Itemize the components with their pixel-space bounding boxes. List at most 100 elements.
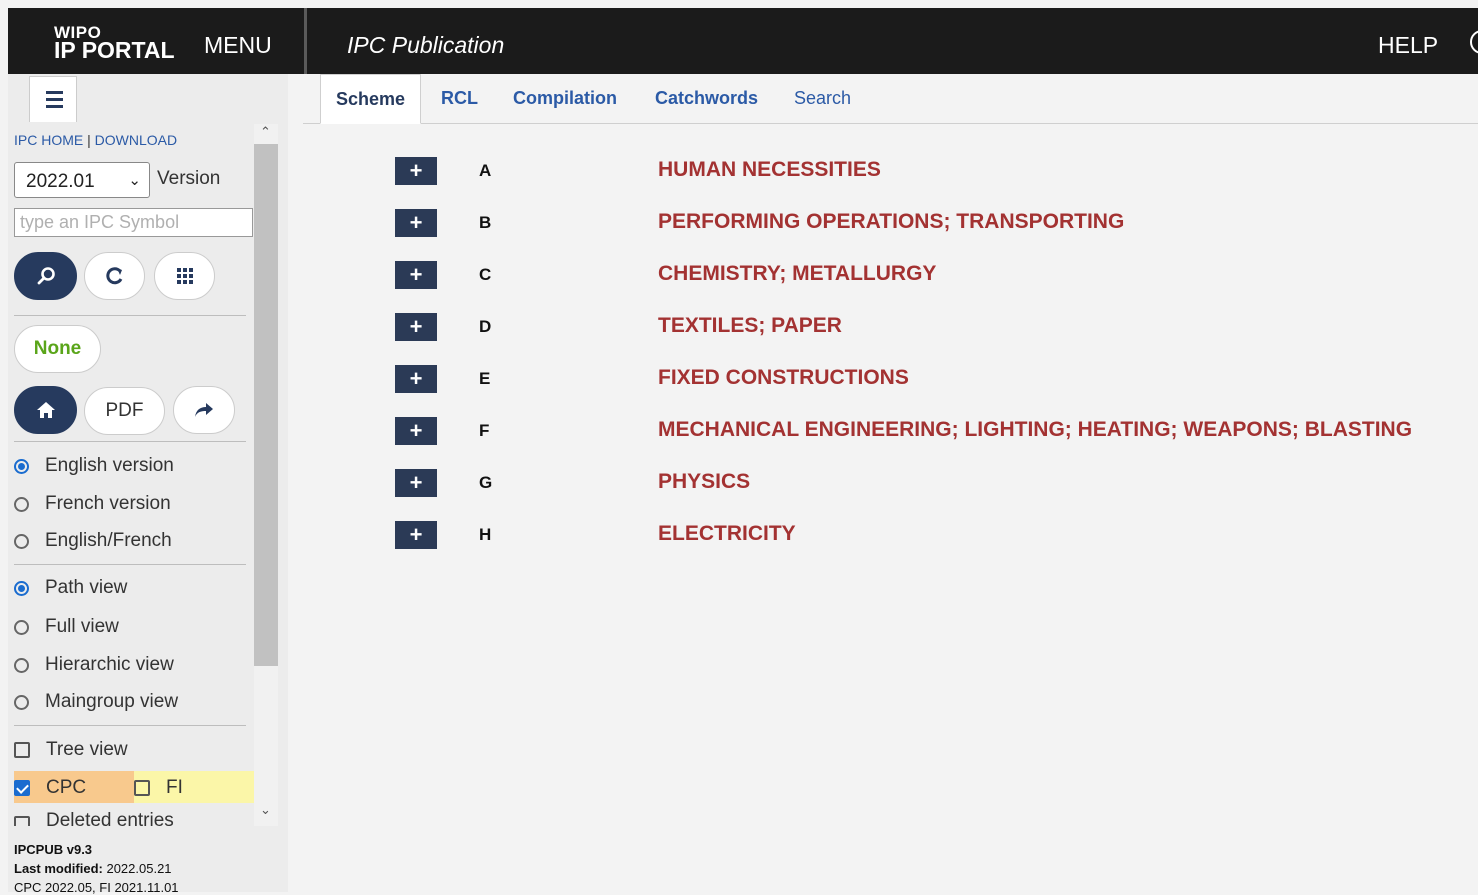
ipc-symbol-input[interactable] (14, 208, 253, 237)
radio-label: Full view (45, 616, 119, 637)
section-letter[interactable]: G (479, 473, 492, 493)
radio-label: Maingroup view (45, 691, 179, 712)
home-icon (36, 402, 55, 418)
wipo-ip-portal-logo[interactable]: WIPO IP PORTAL (54, 24, 175, 62)
checkbox-fi[interactable]: FI (134, 777, 183, 799)
expand-plus-icon[interactable]: + (395, 261, 437, 289)
radio-hierarchic-view[interactable]: Hierarchic view (14, 654, 174, 676)
radio-maingroup-view[interactable]: Maingroup view (14, 691, 178, 713)
section-letter[interactable]: E (479, 369, 490, 389)
radio-path-view[interactable]: Path view (14, 577, 127, 599)
checkbox-label: CPC (46, 777, 87, 798)
section-title[interactable]: ELECTRICITY (658, 522, 796, 546)
expand-plus-icon[interactable]: + (395, 209, 437, 237)
section-letter[interactable]: C (479, 265, 491, 285)
expand-plus-icon[interactable]: + (395, 313, 437, 341)
section-row: + E FIXED CONSTRUCTIONS (395, 365, 1475, 393)
section-letter[interactable]: F (479, 421, 489, 441)
section-letter[interactable]: H (479, 525, 491, 545)
footer-cpc-fi: CPC 2022.05, FI 2021.11.01 (14, 880, 179, 895)
version-select[interactable]: 2022.01 ⌄ (14, 162, 150, 198)
link-separator: | (87, 132, 91, 148)
radio-french-version[interactable]: French version (14, 493, 171, 515)
checkbox-label: Deleted entries (46, 812, 174, 826)
radio-label: Hierarchic view (45, 654, 174, 675)
radio-icon (14, 694, 29, 710)
section-letter[interactable]: A (479, 161, 491, 181)
search-button[interactable] (14, 252, 77, 300)
checkbox-icon (134, 780, 150, 796)
section-title[interactable]: HUMAN NECESSITIES (658, 158, 881, 182)
none-button[interactable]: None (14, 325, 101, 373)
tab-search[interactable]: Search (794, 88, 851, 109)
refresh-button[interactable] (84, 252, 145, 300)
globe-icon[interactable] (1470, 30, 1478, 54)
checkbox-checked-icon (14, 780, 30, 796)
chevron-down-icon: ⌄ (128, 172, 141, 189)
section-title[interactable]: CHEMISTRY; METALLURGY (658, 262, 936, 286)
ipc-home-link[interactable]: IPC HOME (14, 132, 83, 148)
scroll-up-icon[interactable]: ⌃ (260, 124, 271, 140)
section-title[interactable]: PHYSICS (658, 470, 750, 494)
share-arrow-icon (195, 403, 213, 417)
radio-icon (14, 496, 29, 512)
pdf-button[interactable]: PDF (84, 387, 165, 435)
section-letter[interactable]: B (479, 213, 491, 233)
radio-icon (14, 533, 29, 549)
section-row: + B PERFORMING OPERATIONS; TRANSPORTING (395, 209, 1475, 237)
download-link[interactable]: DOWNLOAD (95, 132, 177, 148)
grid-button[interactable] (154, 252, 215, 300)
sidebar-footer: IPCPUB v9.3 Last modified: 2022.05.21 CP… (8, 826, 288, 895)
section-letter[interactable]: D (479, 317, 491, 337)
refresh-icon (105, 267, 122, 285)
expand-plus-icon[interactable]: + (395, 469, 437, 497)
checkbox-deleted-entries[interactable]: Deleted entries (14, 812, 174, 826)
section-row: + G PHYSICS (395, 469, 1475, 497)
home-button[interactable] (14, 386, 77, 434)
section-title[interactable]: FIXED CONSTRUCTIONS (658, 366, 909, 390)
section-row: + F MECHANICAL ENGINEERING; LIGHTING; HE… (395, 417, 1475, 445)
tab-compilation[interactable]: Compilation (513, 88, 617, 109)
search-icon (37, 267, 55, 285)
expand-plus-icon[interactable]: + (395, 417, 437, 445)
radio-label: English version (45, 455, 174, 476)
radio-icon (14, 657, 29, 673)
section-title[interactable]: PERFORMING OPERATIONS; TRANSPORTING (658, 210, 1124, 234)
radio-english-version[interactable]: English version (14, 455, 174, 477)
radio-label: Path view (45, 577, 128, 598)
section-row: + C CHEMISTRY; METALLURGY (395, 261, 1475, 289)
footer-last-modified: Last modified: 2022.05.21 (14, 861, 172, 876)
section-row: + A HUMAN NECESSITIES (395, 157, 1475, 185)
hamburger-menu-icon[interactable] (29, 76, 77, 122)
top-bar: WIPO IP PORTAL MENU IPC Publication HELP (8, 8, 1478, 74)
scroll-down-icon[interactable]: ⌄ (260, 802, 271, 818)
tab-scheme[interactable]: Scheme (320, 74, 422, 124)
header-divider (304, 8, 307, 74)
expand-plus-icon[interactable]: + (395, 365, 437, 393)
radio-label: English/French (45, 530, 172, 551)
checkbox-icon (14, 816, 30, 826)
logo-line2: IP PORTAL (54, 37, 175, 63)
menu-button[interactable]: MENU (204, 32, 272, 59)
sidebar-scrollbar-thumb[interactable] (254, 144, 278, 666)
share-button[interactable] (173, 386, 235, 434)
section-title[interactable]: TEXTILES; PAPER (658, 314, 842, 338)
section-row: + H ELECTRICITY (395, 521, 1475, 549)
expand-plus-icon[interactable]: + (395, 157, 437, 185)
radio-english-french[interactable]: English/French (14, 530, 172, 552)
tab-rcl[interactable]: RCL (441, 88, 478, 109)
sidebar-divider (14, 725, 246, 726)
checkbox-cpc[interactable]: CPC (14, 777, 86, 799)
footer-version: IPCPUB v9.3 (14, 842, 93, 857)
radio-selected-icon (14, 580, 29, 596)
version-label: Version (157, 168, 221, 189)
sidebar-divider (14, 315, 246, 316)
section-title[interactable]: MECHANICAL ENGINEERING; LIGHTING; HEATIN… (658, 418, 1412, 442)
expand-plus-icon[interactable]: + (395, 521, 437, 549)
grid-icon (176, 268, 193, 284)
sidebar-divider (14, 441, 246, 442)
help-button[interactable]: HELP (1378, 32, 1438, 59)
radio-full-view[interactable]: Full view (14, 616, 119, 638)
checkbox-tree-view[interactable]: Tree view (14, 739, 128, 761)
tab-catchwords[interactable]: Catchwords (655, 88, 758, 109)
